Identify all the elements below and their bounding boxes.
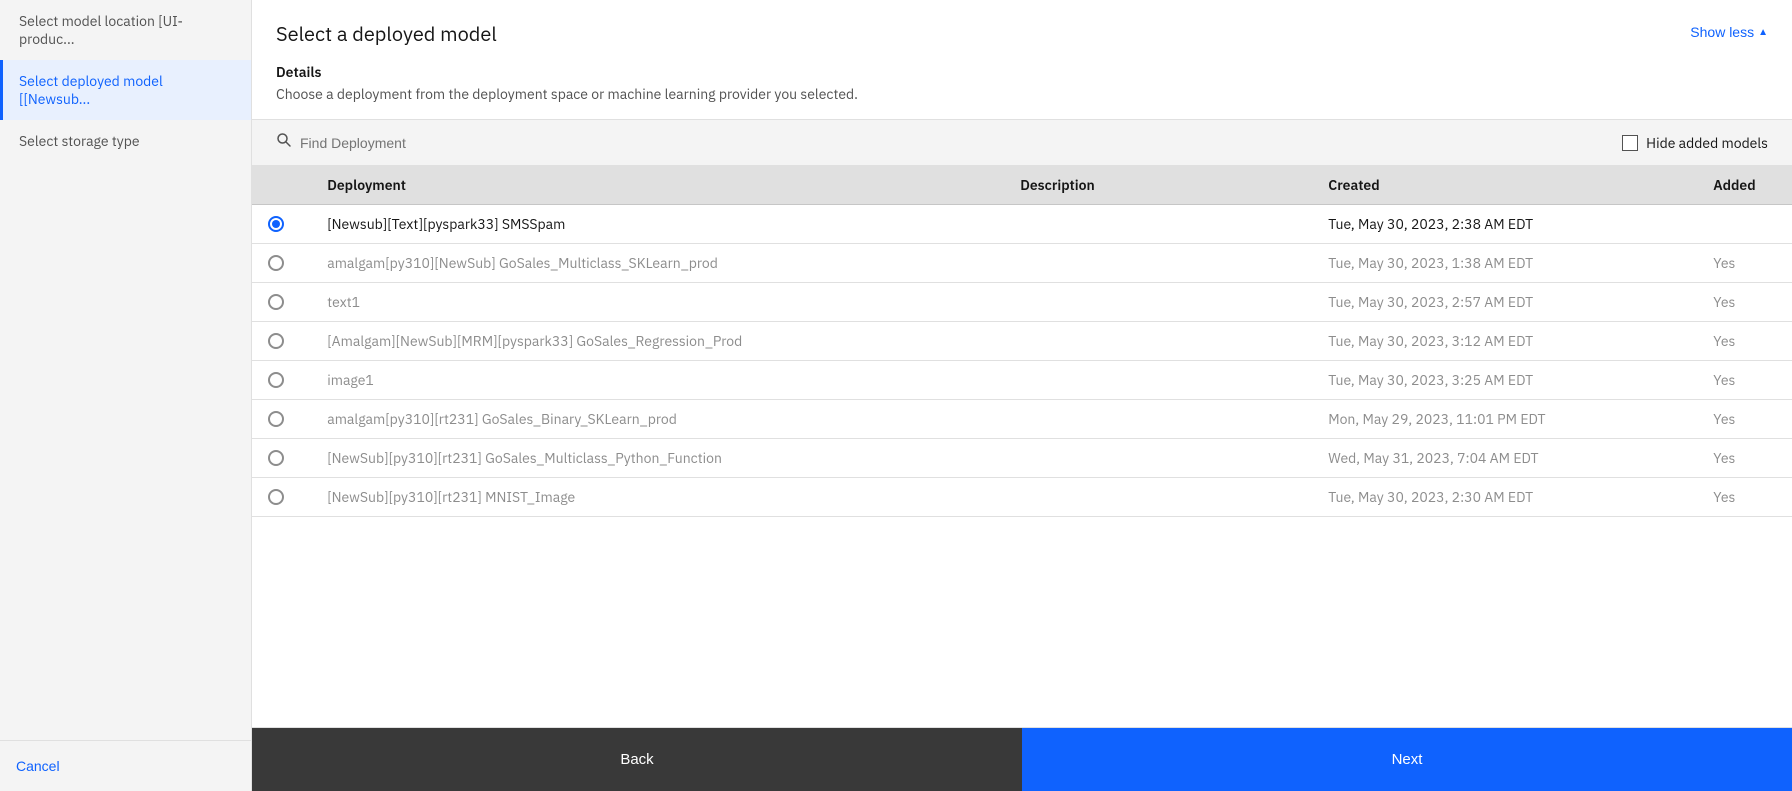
sidebar: Select model location [UI-produc...Selec… [0,0,252,791]
radio-cell[interactable] [252,439,311,478]
deployment-created: Wed, May 31, 2023, 7:04 AM EDT [1312,439,1697,478]
deployment-description [1004,244,1312,283]
show-less-button[interactable]: Show less ▲ [1690,24,1768,40]
radio-button[interactable] [268,294,284,310]
deployment-added: Yes [1697,244,1792,283]
deployments-table: Deployment Description Created Added [Ne… [252,166,1792,517]
col-select [252,166,311,205]
sidebar-footer: Cancel [0,740,251,791]
radio-button[interactable] [268,450,284,466]
deployments-table-container: Deployment Description Created Added [Ne… [252,166,1792,727]
table-row[interactable]: [NewSub][py310][rt231] GoSales_Multiclas… [252,439,1792,478]
deployment-added: Yes [1697,478,1792,517]
deployment-name: [Amalgam][NewSub][MRM][pyspark33] GoSale… [311,322,1004,361]
col-description: Description [1004,166,1312,205]
radio-cell[interactable] [252,244,311,283]
deployment-name: [Newsub][Text][pyspark33] SMSSpam [311,205,1004,244]
next-button[interactable]: Next [1022,728,1792,791]
deployment-description [1004,400,1312,439]
details-section: Details Choose a deployment from the dep… [252,47,1792,120]
deployment-added: Yes [1697,283,1792,322]
table-header: Deployment Description Created Added [252,166,1792,205]
page-title: Select a deployed model [276,20,497,47]
deployment-description [1004,361,1312,400]
deployment-added: Yes [1697,322,1792,361]
deployment-description [1004,283,1312,322]
search-container [276,132,1622,153]
deployment-created: Tue, May 30, 2023, 2:57 AM EDT [1312,283,1697,322]
details-label: Details [276,63,1768,81]
radio-cell[interactable] [252,322,311,361]
sidebar-item-select-deployed-model[interactable]: Select deployed model [[Newsub... [0,60,251,120]
search-icon [276,132,292,153]
table-row[interactable]: amalgam[py310][rt231] GoSales_Binary_SKL… [252,400,1792,439]
back-button[interactable]: Back [252,728,1022,791]
main-content: Select a deployed model Show less ▲ Deta… [252,0,1792,791]
radio-cell[interactable] [252,283,311,322]
deployment-added: Yes [1697,400,1792,439]
cancel-button[interactable]: Cancel [16,758,60,774]
table-row[interactable]: amalgam[py310][NewSub] GoSales_Multiclas… [252,244,1792,283]
deployment-description [1004,205,1312,244]
search-input[interactable] [300,135,500,151]
deployment-name: amalgam[py310][NewSub] GoSales_Multiclas… [311,244,1004,283]
details-description: Choose a deployment from the deployment … [276,85,1768,103]
hide-added-label: Hide added models [1646,134,1768,152]
hide-added-checkbox[interactable] [1622,135,1638,151]
deployment-name: [NewSub][py310][rt231] MNIST_Image [311,478,1004,517]
deployment-added [1697,205,1792,244]
table-body: [Newsub][Text][pyspark33] SMSSpam Tue, Ma… [252,205,1792,517]
deployment-created: Tue, May 30, 2023, 3:12 AM EDT [1312,322,1697,361]
radio-button[interactable] [268,255,284,271]
deployment-created: Tue, May 30, 2023, 3:25 AM EDT [1312,361,1697,400]
radio-cell[interactable] [252,478,311,517]
deployment-added: Yes [1697,439,1792,478]
table-row[interactable]: [Newsub][Text][pyspark33] SMSSpam Tue, Ma… [252,205,1792,244]
col-added: Added [1697,166,1792,205]
deployment-description [1004,439,1312,478]
footer: Back Next [252,727,1792,791]
sidebar-item-select-storage-type[interactable]: Select storage type [0,120,251,162]
col-created: Created [1312,166,1697,205]
deployment-description [1004,478,1312,517]
deployment-created: Tue, May 30, 2023, 2:30 AM EDT [1312,478,1697,517]
table-row[interactable]: [Amalgam][NewSub][MRM][pyspark33] GoSale… [252,322,1792,361]
radio-cell[interactable] [252,361,311,400]
main-header: Select a deployed model Show less ▲ [252,0,1792,47]
deployment-name: [NewSub][py310][rt231] GoSales_Multiclas… [311,439,1004,478]
hide-added-models-container[interactable]: Hide added models [1622,134,1768,152]
radio-button[interactable] [268,489,284,505]
radio-cell[interactable] [252,205,311,244]
chevron-up-icon: ▲ [1758,27,1768,38]
table-toolbar: Hide added models [252,120,1792,166]
deployment-created: Mon, May 29, 2023, 11:01 PM EDT [1312,400,1697,439]
deployment-description [1004,322,1312,361]
deployment-created: Tue, May 30, 2023, 2:38 AM EDT [1312,205,1697,244]
table-row[interactable]: image1 Tue, May 30, 2023, 3:25 AM EDTYes [252,361,1792,400]
radio-button[interactable] [268,411,284,427]
deployment-name: image1 [311,361,1004,400]
table-row[interactable]: text1 Tue, May 30, 2023, 2:57 AM EDTYes [252,283,1792,322]
radio-button[interactable] [268,333,284,349]
deployment-name: amalgam[py310][rt231] GoSales_Binary_SKL… [311,400,1004,439]
table-row[interactable]: [NewSub][py310][rt231] MNIST_Image Tue, M… [252,478,1792,517]
sidebar-item-select-model-location[interactable]: Select model location [UI-produc... [0,0,251,60]
deployment-name: text1 [311,283,1004,322]
radio-button[interactable] [268,216,284,232]
col-deployment: Deployment [311,166,1004,205]
deployment-created: Tue, May 30, 2023, 1:38 AM EDT [1312,244,1697,283]
show-less-label: Show less [1690,24,1754,40]
radio-button[interactable] [268,372,284,388]
deployment-added: Yes [1697,361,1792,400]
radio-cell[interactable] [252,400,311,439]
